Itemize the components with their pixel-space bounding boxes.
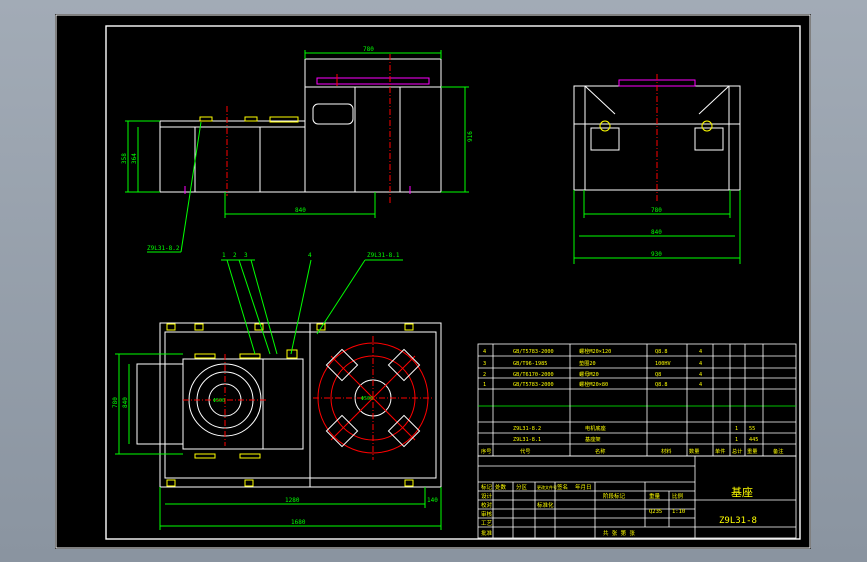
dim-side-overall: 930 xyxy=(651,251,662,258)
bom-header-no: 序号 xyxy=(481,447,491,455)
tb-scale-value: 1:10 xyxy=(672,509,685,515)
plan-ref-label: Z9L31-8.1 xyxy=(367,252,400,259)
dim-side-inner: 780 xyxy=(651,207,662,214)
bom-qty: 4 xyxy=(699,349,702,355)
bom-header-name: 名称 xyxy=(595,447,605,455)
dim-front-span: 840 xyxy=(295,207,306,214)
tb-material-code: Q235 xyxy=(649,509,662,515)
bom-mat: Q8 xyxy=(655,372,661,378)
tb-col-date: 年月日 xyxy=(575,483,592,491)
bom-header-total: 总计 xyxy=(732,447,742,455)
bom-name: 螺栓M20×120 xyxy=(579,347,611,355)
bom-name: 螺栓M20×80 xyxy=(579,380,608,388)
tb-label-mark: 标记 xyxy=(481,483,493,491)
bom-name: 垫圈20 xyxy=(579,359,596,367)
drawing-canvas: 780 916 358 364 840 Z9L31-8.2 780 840 93… xyxy=(55,14,811,549)
bom-code: Z9L31-8.1 xyxy=(513,437,541,443)
tb-weight-label: 重量 xyxy=(649,492,661,500)
drawing-number: Z9L31-8 xyxy=(719,516,757,526)
tb-sheet-label: 共 张 第 张 xyxy=(603,529,635,537)
inner-frame xyxy=(105,25,801,540)
dim-plan-offset: 140 xyxy=(427,497,438,504)
bom-header-code: 代号 xyxy=(520,447,530,455)
tb-label-approve: 批准 xyxy=(481,529,493,537)
dim-plan-left-h1: 780 xyxy=(112,397,119,408)
bom-mat: Q8.8 xyxy=(655,349,668,355)
bom-qty: 4 xyxy=(699,361,702,367)
tb-std-label: 标准化 xyxy=(537,501,554,509)
tb-label-design: 设计 xyxy=(481,492,493,500)
tb-label-check: 校对 xyxy=(481,501,493,509)
bom-name: 电机底座 xyxy=(585,424,606,432)
bom-header-mat: 材料 xyxy=(661,447,671,455)
bom-code: Z9L31-8.2 xyxy=(513,426,541,432)
circle-label-right: Φ500 xyxy=(361,396,373,402)
bubble-3: 3 xyxy=(244,252,248,259)
dim-front-height: 916 xyxy=(467,131,474,142)
bom-header-remark: 备注 xyxy=(773,447,783,455)
bom-header-qty: 数量 xyxy=(689,447,699,455)
bom-code: GB/T5783-2000 xyxy=(513,382,554,388)
bom-header-unit: 单件 xyxy=(715,447,725,455)
bom-weight: 445 xyxy=(749,437,758,443)
bubble-2: 2 xyxy=(233,252,237,259)
bom-code: GB/T5783-2000 xyxy=(513,349,554,355)
bubble-1: 1 xyxy=(222,252,226,259)
bom-no: 3 xyxy=(483,361,486,367)
dim-front-left-height: 358 xyxy=(121,153,128,164)
tb-col-change: 更改文件号 xyxy=(537,484,557,490)
tb-label-process: 工艺 xyxy=(481,520,493,527)
bom-code: GB/T96-1985 xyxy=(513,361,547,367)
plan-view xyxy=(115,259,442,530)
tb-col-zone: 分区 xyxy=(516,483,528,491)
front-ref-label: Z9L31-8.2 xyxy=(147,245,180,252)
outer-frame xyxy=(55,14,811,549)
bom-qty: 4 xyxy=(699,372,702,378)
bom-no: 4 xyxy=(483,349,486,355)
inspection-window xyxy=(312,103,354,125)
tb-scale-label: 比例 xyxy=(672,492,684,500)
bom-name: 螺母M20 xyxy=(579,370,599,378)
drawing-sheet[interactable]: 780 916 358 364 840 Z9L31-8.2 780 840 93… xyxy=(55,14,811,549)
bom-qty: 1 xyxy=(735,437,738,443)
dim-plan-left-h2: 840 xyxy=(122,397,129,408)
bom-code: GB/T6170-2000 xyxy=(513,372,554,378)
bom-no: 2 xyxy=(483,372,486,378)
bom-qty: 4 xyxy=(699,382,702,388)
tb-stage-label: 阶段标记 xyxy=(603,492,626,500)
dim-front-left-height2: 364 xyxy=(131,153,138,164)
bubble-4: 4 xyxy=(308,252,312,259)
bom-header-weight: 重量 xyxy=(747,447,757,455)
bom-weight: 55 xyxy=(749,426,755,432)
cad-viewport[interactable]: 780 916 358 364 840 Z9L31-8.2 780 840 93… xyxy=(0,0,867,562)
bom-mat: 100HV xyxy=(655,361,671,367)
dim-plan-overall-1: 1280 xyxy=(285,497,300,504)
dim-side-mid: 840 xyxy=(651,229,662,236)
bom-text: 4 GB/T5783-2000 螺栓M20×120 Q8.8 4 3 GB/T9… xyxy=(481,347,783,455)
bom-no: 1 xyxy=(483,382,486,388)
dim-plan-overall-2: 1680 xyxy=(291,519,306,526)
bom-mat: Q8.8 xyxy=(655,382,668,388)
tb-label-review: 审核 xyxy=(481,510,493,518)
bom-qty: 1 xyxy=(735,426,738,432)
tb-col-count: 处数 xyxy=(495,483,507,491)
tb-col-sign: 签名 xyxy=(557,483,568,491)
front-view xyxy=(125,50,469,253)
circle-label-left: Φ500 xyxy=(213,398,225,404)
bom-name: 基座架 xyxy=(585,435,601,443)
drawing-title: 基座 xyxy=(731,485,753,499)
dim-top-width: 780 xyxy=(363,46,374,53)
